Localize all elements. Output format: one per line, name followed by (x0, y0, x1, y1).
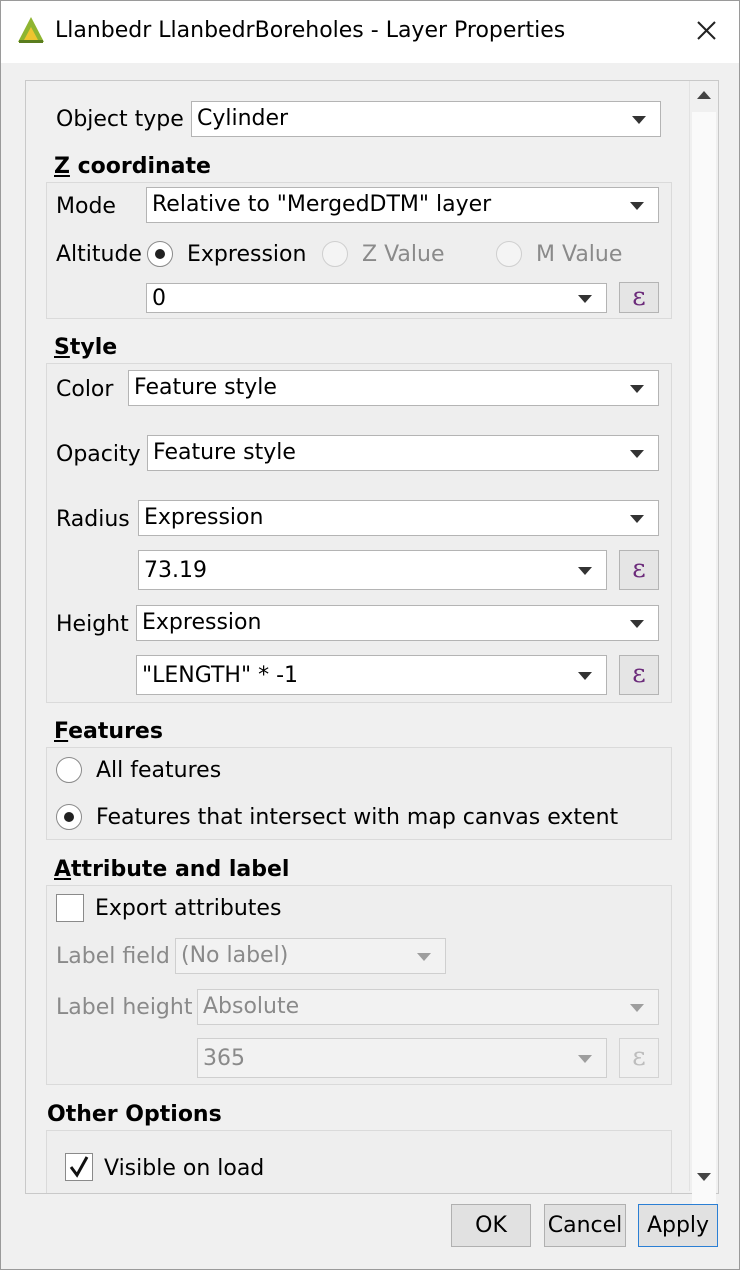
qgis-icon (18, 17, 44, 43)
cancel-button[interactable]: Cancel (544, 1204, 626, 1247)
scroll-up-icon[interactable] (690, 81, 718, 109)
mode-value: Relative to "MergedDTM" layer (152, 192, 492, 217)
z-coordinate-title: Z coordinate (54, 154, 211, 179)
visible-on-load-label: Visible on load (104, 1156, 265, 1181)
label-height-mode-select[interactable]: Absolute (197, 989, 659, 1025)
chevron-down-icon (578, 1055, 592, 1063)
expression-icon[interactable]: ε (619, 550, 659, 590)
mode-select[interactable]: Relative to "MergedDTM" layer (146, 187, 659, 223)
label-height-value: 365 (203, 1046, 245, 1071)
color-label: Color (56, 377, 114, 402)
other-options-title: Other Options (47, 1102, 222, 1127)
radius-mode-value: Expression (144, 505, 264, 530)
radius-label: Radius (56, 507, 130, 532)
altitude-expression-radio[interactable] (147, 241, 173, 267)
chevron-down-icon (630, 1004, 644, 1012)
layer-properties-window: Llanbedr LlanbedrBoreholes - Layer Prope… (0, 0, 740, 1270)
intersect-features-label: Features that intersect with map canvas … (96, 805, 619, 830)
all-features-label: All features (96, 758, 222, 783)
chevron-down-icon (630, 385, 644, 393)
altitude-label: Altitude (56, 242, 142, 267)
expression-icon[interactable]: ε (619, 282, 659, 313)
chevron-down-icon (417, 953, 431, 961)
altitude-expression-input[interactable]: 0 (146, 283, 607, 313)
ok-button[interactable]: OK (451, 1204, 531, 1247)
color-value: Feature style (134, 375, 277, 400)
label-field-label: Label field (56, 944, 170, 969)
expression-icon[interactable]: ε (619, 655, 659, 695)
height-label: Height (56, 612, 129, 637)
scroll-down-icon[interactable] (690, 1163, 718, 1191)
altitude-expression-label: Expression (187, 242, 307, 267)
chevron-down-icon (578, 295, 592, 303)
chevron-down-icon (578, 567, 592, 575)
features-title: Features (54, 719, 163, 744)
altitude-m-value-radio[interactable] (496, 241, 522, 267)
chevron-down-icon (632, 116, 646, 124)
object-type-value: Cylinder (197, 106, 289, 131)
altitude-expression-value: 0 (152, 286, 166, 311)
chevron-down-icon (630, 515, 644, 523)
style-title: Style (54, 335, 118, 360)
opacity-label: Opacity (56, 442, 141, 467)
label-height-input[interactable]: 365 (197, 1038, 607, 1078)
radius-mode-select[interactable]: Expression (138, 500, 659, 536)
attribute-label-title: Attribute and label (54, 857, 290, 882)
color-select[interactable]: Feature style (128, 370, 659, 406)
label-height-mode-value: Absolute (203, 994, 300, 1019)
intersect-features-radio[interactable] (56, 804, 82, 830)
label-height-label: Label height (56, 995, 193, 1020)
label-field-select[interactable]: (No label) (175, 938, 446, 974)
height-expression-input[interactable]: "LENGTH" * -1 (136, 655, 607, 695)
altitude-z-value-label: Z Value (362, 242, 445, 267)
checkmark-icon (69, 1156, 89, 1178)
chevron-down-icon (578, 672, 592, 680)
close-icon[interactable] (687, 13, 725, 49)
label-field-value: (No label) (181, 943, 289, 968)
opacity-select[interactable]: Feature style (147, 435, 659, 471)
chevron-down-icon (630, 202, 644, 210)
radius-expression-input[interactable]: 73.19 (138, 550, 607, 590)
object-type-label: Object type (56, 107, 184, 132)
mode-label: Mode (56, 194, 116, 219)
apply-button[interactable]: Apply (638, 1204, 718, 1247)
scrollbar-thumb[interactable] (692, 112, 716, 1209)
visible-on-load-checkbox[interactable] (65, 1153, 93, 1181)
title-bar[interactable]: Llanbedr LlanbedrBoreholes - Layer Prope… (1, 1, 739, 63)
expression-icon[interactable]: ε (619, 1038, 659, 1078)
vertical-scrollbar[interactable] (689, 81, 718, 1209)
export-attributes-label: Export attributes (95, 896, 282, 921)
chevron-down-icon (630, 620, 644, 628)
window-title: Llanbedr LlanbedrBoreholes - Layer Prope… (55, 18, 566, 43)
object-type-select[interactable]: Cylinder (191, 101, 661, 137)
altitude-m-value-label: M Value (536, 242, 623, 267)
opacity-value: Feature style (153, 440, 296, 465)
all-features-radio[interactable] (56, 757, 82, 783)
radius-expression-value: 73.19 (144, 558, 207, 583)
chevron-down-icon (630, 450, 644, 458)
export-attributes-checkbox[interactable] (56, 894, 84, 922)
height-mode-value: Expression (142, 610, 262, 635)
height-mode-select[interactable]: Expression (136, 605, 659, 641)
altitude-z-value-radio[interactable] (322, 241, 348, 267)
height-expression-value: "LENGTH" * -1 (142, 663, 299, 688)
